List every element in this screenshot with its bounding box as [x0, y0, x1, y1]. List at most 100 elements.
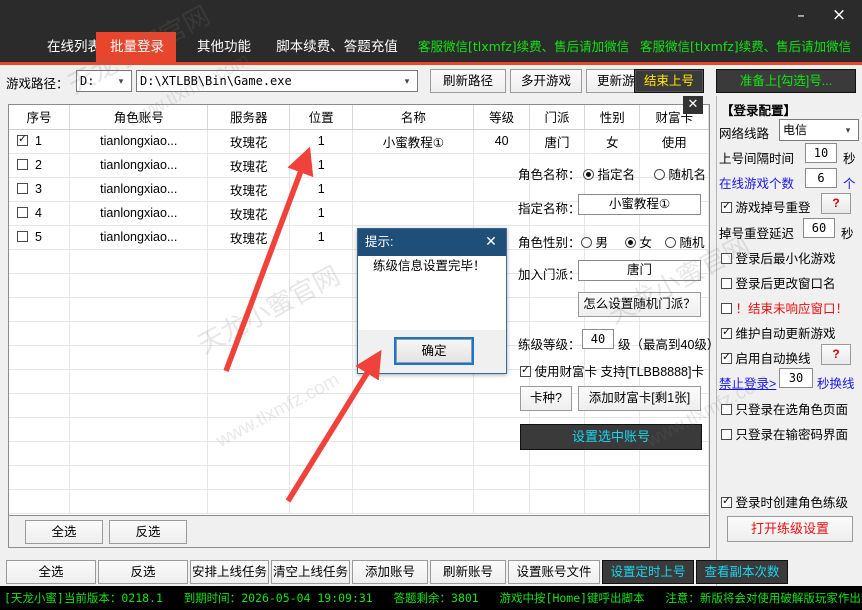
refresh-account-button[interactable]: 刷新账号 — [430, 560, 506, 584]
col-header-server[interactable]: 服务器 — [207, 105, 291, 130]
create-role-checkbox[interactable]: 登录时创建角色练级 — [721, 492, 848, 511]
forbid-login-label[interactable]: 禁止登录> — [719, 373, 776, 392]
select-all-button[interactable]: 全选 — [6, 560, 96, 584]
clear-online-task-button[interactable]: 清空上线任务 — [271, 560, 350, 584]
row-checkbox[interactable] — [17, 231, 28, 242]
row-checkbox[interactable] — [17, 207, 28, 218]
row-checkbox[interactable] — [17, 159, 28, 170]
network-line-select[interactable]: 电信 ▾ — [779, 119, 859, 141]
checkbox-create-role[interactable] — [721, 494, 732, 508]
add-wealth-card-button[interactable]: 添加财富卡[剩1张] — [578, 386, 701, 411]
arrange-online-task-button[interactable]: 安排上线任务 — [190, 560, 269, 584]
multi-open-button[interactable]: 多开游戏 — [510, 69, 582, 93]
ready-login-button[interactable]: 准备上[勾选]号... — [716, 69, 856, 93]
status-warning-text: 注意：新版将会对使用破解版玩家作出惩罚！ — [665, 591, 862, 605]
set-timed-login-button[interactable]: 设置定时上号 — [602, 560, 694, 584]
col-header-no[interactable]: 序号 — [9, 105, 71, 130]
col-header-gender[interactable]: 性别 — [584, 105, 641, 130]
empty-cell — [529, 489, 586, 514]
radio-random-gender[interactable] — [665, 237, 676, 248]
kill-unresponsive-checkbox[interactable]: ！结束未响应窗口！ — [721, 298, 848, 317]
col-header-pos[interactable]: 位置 — [289, 105, 354, 130]
checkbox-kill-unresponsive[interactable] — [721, 303, 732, 314]
promo-text-right[interactable]: 客服微信[tlxmfz]续费、售后请加微信 — [640, 32, 851, 62]
rename-window-checkbox[interactable]: 登录后更改窗口名 — [721, 273, 836, 292]
empty-cell — [69, 249, 209, 274]
relogin-help-icon[interactable]: ? — [821, 193, 851, 214]
minimize-after-login-checkbox[interactable]: 登录后最小化游戏 — [721, 248, 836, 267]
auto-switch-checkbox[interactable]: 启用自动换线 — [721, 348, 811, 367]
tab-batch-login[interactable]: 批量登录 — [96, 32, 176, 62]
table-invert-button[interactable]: 反选 — [109, 520, 187, 544]
table-row[interactable]: 1tianlongxiao...玫瑰花1小蜜教程①40唐门女使用 — [9, 129, 709, 154]
online-count-input[interactable]: 6 — [805, 168, 837, 188]
radio-fixed-name[interactable] — [583, 169, 594, 180]
add-account-button[interactable]: 添加账号 — [352, 560, 428, 584]
relogin-checkbox[interactable]: 游戏掉号重登 — [721, 197, 811, 216]
network-line-label: 网络线路 — [719, 127, 770, 141]
set-account-file-button[interactable]: 设置账号文件 — [508, 560, 600, 584]
row-checkbox-cell[interactable]: 2 — [9, 153, 71, 178]
gender-female-radio[interactable]: 女 — [625, 232, 652, 251]
col-header-account[interactable]: 角色账号 — [69, 105, 209, 130]
game-path-combo[interactable]: D:\XTLBB\Bin\Game.exe ▾ — [136, 70, 418, 92]
fixed-name-input[interactable]: 小蜜教程① — [578, 194, 701, 215]
row-checkbox-cell[interactable]: 5 — [9, 225, 71, 250]
checkbox-minimize-after-login[interactable] — [721, 253, 732, 264]
apply-to-selected-button[interactable]: 设置选中账号 — [520, 424, 702, 450]
role-name-fixed-radio[interactable]: 指定名 — [583, 164, 635, 183]
row-checkbox[interactable] — [17, 183, 28, 194]
drive-select[interactable]: D: ▾ — [76, 70, 132, 92]
status-quiz-label: 答题剩余： — [393, 591, 452, 605]
close-panel-icon[interactable]: ✕ — [683, 96, 703, 114]
card-type-button[interactable]: 卡种? — [520, 386, 572, 411]
refresh-path-button[interactable]: 刷新路径 — [430, 69, 506, 93]
row-checkbox-cell[interactable]: 1 — [9, 129, 71, 154]
role-name-random-radio[interactable]: 随机名 — [654, 164, 706, 183]
checkbox-use-wealth-card[interactable] — [520, 363, 531, 377]
view-dungeon-count-button[interactable]: 查看副本次数 — [696, 560, 788, 584]
only-role-page-checkbox[interactable]: 只登录在选角色页面 — [721, 399, 848, 418]
tip-dialog-ok-button[interactable]: 确定 — [394, 337, 474, 365]
tab-other-func[interactable]: 其他功能 — [176, 32, 272, 62]
close-icon[interactable]: × — [822, 0, 856, 30]
checkbox-rename-window[interactable] — [721, 278, 732, 289]
col-header-level[interactable]: 等级 — [473, 105, 530, 130]
only-pwd-page-checkbox[interactable]: 只登录在输密码界面 — [721, 424, 848, 443]
empty-cell — [9, 249, 71, 274]
tab-renew-recharge[interactable]: 脚本续费、答题充值 — [262, 32, 412, 62]
checkbox-only-role-page[interactable] — [721, 404, 732, 415]
relogin-delay-input[interactable]: 60 — [803, 218, 835, 238]
forbid-login-input[interactable]: 30 — [779, 368, 813, 388]
gender-male-radio[interactable]: 男 — [581, 232, 608, 251]
checkbox-only-pwd-page[interactable] — [721, 429, 732, 440]
row-checkbox-cell[interactable]: 3 — [9, 177, 71, 202]
login-interval-input[interactable]: 10 — [805, 143, 837, 163]
radio-male[interactable] — [581, 237, 592, 248]
col-header-name[interactable]: 名称 — [352, 105, 475, 130]
col-header-sect[interactable]: 门派 — [529, 105, 586, 130]
minimize-icon[interactable]: – — [784, 0, 818, 30]
random-sect-help-button[interactable]: 怎么设置随机门派？ — [578, 292, 701, 317]
table-select-all-button[interactable]: 全选 — [25, 520, 103, 544]
radio-female[interactable] — [625, 237, 636, 248]
radio-random-name[interactable] — [654, 169, 665, 180]
checkbox-auto-switch[interactable] — [721, 350, 732, 364]
chevron-down-icon: ▾ — [118, 76, 124, 86]
cell-pos: 1 — [289, 129, 354, 154]
open-level-settings-button[interactable]: 打开练级设置 — [727, 516, 853, 542]
use-wealth-card-checkbox[interactable]: 使用财富卡 支持[TLBB8888]卡 — [520, 361, 704, 380]
checkbox-relogin[interactable] — [721, 199, 732, 213]
gender-random-radio[interactable]: 随机 — [665, 232, 705, 251]
end-login-button[interactable]: 结束上号 — [634, 69, 704, 93]
auto-switch-help-icon[interactable]: ? — [821, 344, 851, 365]
invert-selection-button[interactable]: 反选 — [98, 560, 188, 584]
join-sect-input[interactable]: 唐门 — [578, 260, 701, 281]
row-checkbox-cell[interactable]: 4 — [9, 201, 71, 226]
train-level-input[interactable]: 40 — [582, 329, 614, 349]
row-checkbox[interactable] — [17, 132, 28, 146]
checkbox-auto-update[interactable] — [721, 325, 732, 339]
promo-text-left[interactable]: 客服微信[tlxmfz]续费、售后请加微信 — [418, 32, 629, 62]
tip-dialog-close-icon[interactable]: ✕ — [480, 229, 502, 256]
auto-update-checkbox[interactable]: 维护自动更新游戏 — [721, 323, 836, 342]
